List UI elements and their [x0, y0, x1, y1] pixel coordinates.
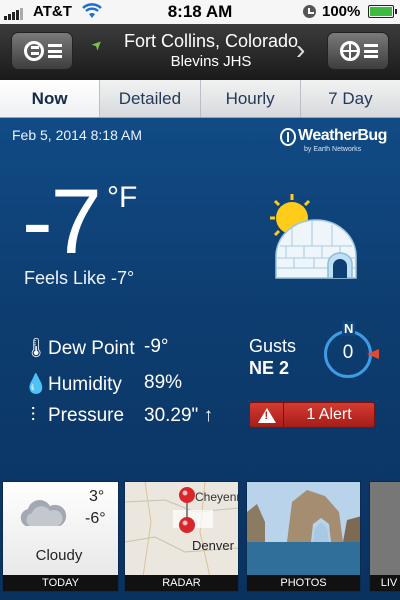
forecast-tabs: Now Detailed Hourly 7 Day: [0, 80, 400, 118]
feels-like: Feels Like -7°: [24, 268, 135, 288]
alert-label: 1 Alert: [306, 406, 352, 423]
station-name[interactable]: Blevins JHS: [105, 53, 317, 70]
thermometer-icon: 🌡: [24, 338, 49, 359]
today-caption: TODAY: [3, 575, 118, 591]
location-name[interactable]: Fort Collins, Colorado: [105, 31, 317, 52]
app-header: ➤ Fort Collins, Colorado Blevins JHS ›: [0, 24, 400, 80]
cloud-icon: [20, 500, 67, 526]
humidity-row: 💧Humidity 89%: [24, 372, 182, 396]
radar-card[interactable]: Cheyenne Denver RADAR: [124, 481, 239, 592]
today-condition: Cloudy: [35, 547, 83, 564]
pressure-icon: ⫶: [30, 405, 36, 426]
chevron-right-icon[interactable]: ›: [296, 34, 305, 66]
wind-compass: N 0: [324, 321, 379, 378]
battery-icon: [368, 5, 397, 18]
today-low: -6°: [85, 510, 106, 527]
tab-now[interactable]: Now: [0, 80, 101, 117]
humidity-label: Humidity: [48, 374, 122, 395]
status-bar: AT&T 8:18 AM 100%: [0, 0, 400, 24]
live-card[interactable]: LIV: [369, 481, 400, 592]
bug-logo-icon: [280, 128, 296, 146]
menu-lines-icon: [48, 44, 62, 58]
radar-city-denver: Denver: [192, 538, 235, 553]
sun-igloo-icon: [270, 194, 357, 279]
brand-name: WeatherBug: [298, 127, 387, 144]
tab-7-day[interactable]: 7 Day: [301, 80, 400, 117]
locations-menu-button[interactable]: [327, 32, 389, 70]
photos-card[interactable]: PHOTOS: [246, 481, 361, 592]
wind-speed: 0: [342, 342, 354, 363]
brand-subtitle: by Earth Networks: [304, 146, 362, 153]
radar-city-cheyenne: Cheyenne: [195, 490, 239, 504]
bug-icon: [24, 41, 44, 61]
gusts-label: Gusts: [249, 336, 297, 356]
current-conditions-panel: Feb 5, 2014 8:18 AM WeatherBug by Earth …: [0, 118, 400, 600]
dew-point-value: -9°: [144, 336, 169, 357]
pressure-value: 30.29" ↑: [144, 405, 214, 426]
photo-thumbnail: [247, 482, 360, 577]
current-temperature: -7: [22, 171, 102, 273]
pressure-label: Pressure: [48, 405, 125, 426]
alert-button[interactable]: 1 Alert: [249, 402, 375, 428]
gusts-value: NE 2: [249, 358, 290, 378]
wind-direction-icon: [367, 349, 379, 359]
crosshair-icon: [340, 41, 360, 61]
humidity-value: 89%: [144, 372, 183, 393]
today-high: 3°: [89, 488, 105, 505]
today-card[interactable]: 3° -6° Cloudy TODAY: [2, 481, 119, 592]
weatherbug-logo: WeatherBug by Earth Networks: [280, 126, 390, 156]
tab-hourly[interactable]: Hourly: [201, 80, 301, 117]
battery-percent: 100%: [322, 3, 361, 20]
photos-caption: PHOTOS: [247, 575, 360, 591]
radar-map: Cheyenne Denver: [125, 482, 239, 577]
pressure-row: ⫶ Pressure 30.29" ↑: [24, 405, 213, 427]
menu-lines-icon: [364, 44, 378, 58]
dew-point-label: Dew Point: [48, 338, 135, 359]
live-caption: LIV: [370, 575, 400, 591]
observation-datetime: Feb 5, 2014 8:18 AM: [12, 127, 142, 143]
warning-triangle-icon: [257, 407, 276, 423]
clock-icon: [303, 5, 316, 18]
droplets-icon: 💧: [24, 374, 48, 395]
dew-point-row: 🌡Dew Point -9°: [24, 336, 169, 360]
weatherbug-menu-button[interactable]: [11, 32, 73, 70]
compass-north-label: N: [342, 321, 356, 336]
tab-detailed[interactable]: Detailed: [100, 80, 201, 117]
temperature-unit: °F: [107, 181, 138, 214]
radar-caption: RADAR: [125, 575, 238, 591]
